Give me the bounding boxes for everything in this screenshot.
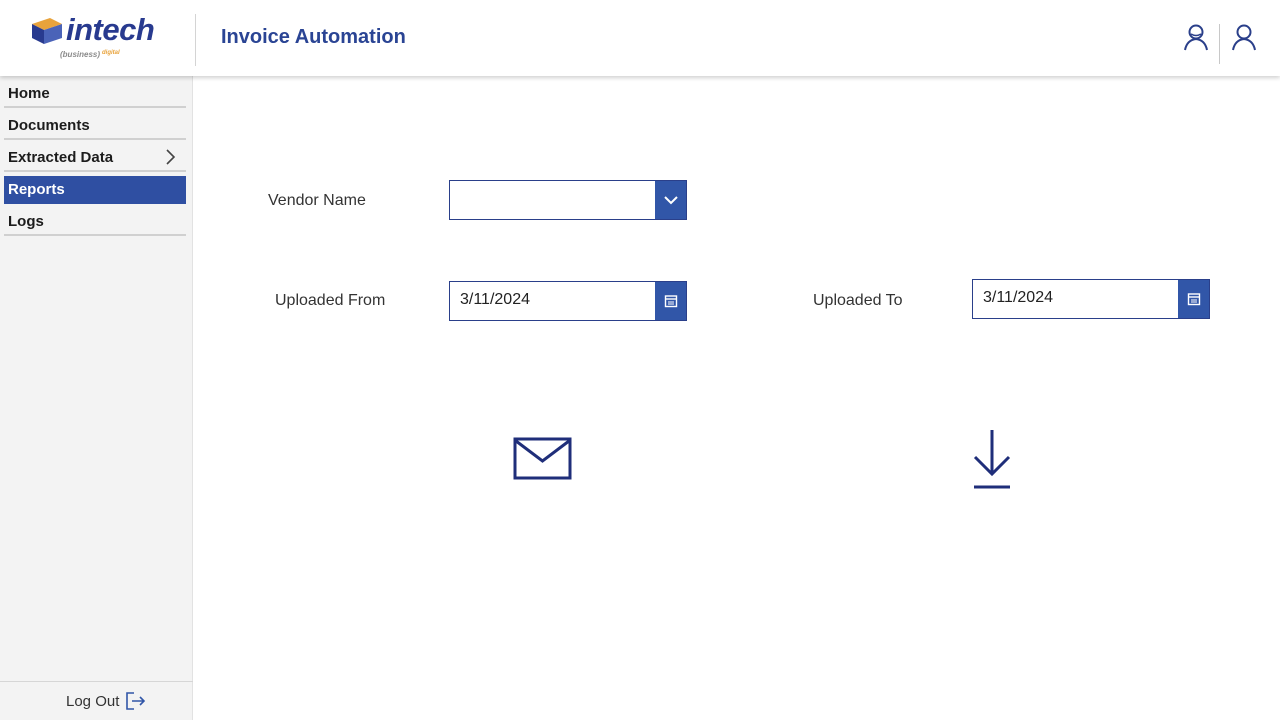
logout-icon [126,692,146,710]
logo-digital: digital [102,50,120,56]
app-header: intech (business) digital Invoice Automat… [0,0,1280,76]
vendor-name-label: Vendor Name [268,192,366,209]
sidebar-item-label: Logs [8,212,44,230]
vendor-name-value [450,181,655,219]
dropdown-button[interactable] [655,181,686,219]
uploaded-to-datepicker[interactable]: 3/11/2024 [972,279,1210,319]
sidebar-item-home[interactable]: Home [4,80,186,108]
page-title: Invoice Automation [221,26,406,48]
calendar-icon [1187,293,1200,306]
uploaded-to-label: Uploaded To [813,292,903,309]
intech-logo: intech (business) digital [30,12,170,64]
logout-button[interactable]: Log Out [66,691,147,711]
uploaded-from-value: 3/11/2024 [460,291,530,308]
logout-label: Log Out [66,692,120,710]
user-outline-icon[interactable] [1182,22,1210,52]
logo-text: intech [66,12,155,47]
uploaded-from-label: Uploaded From [275,292,386,309]
chevron-down-icon [663,196,678,205]
sidebar-divider [0,681,193,682]
sidebar: Home Documents Extracted Data Reports Lo… [0,76,193,720]
vendor-name-dropdown[interactable] [449,180,687,220]
logo-subtext: (business) digital [60,50,120,59]
sidebar-item-reports[interactable]: Reports [4,176,186,204]
uploaded-to-value: 3/11/2024 [983,289,1053,306]
calendar-button[interactable] [1178,280,1209,318]
uploaded-from-datepicker[interactable]: 3/11/2024 [449,281,687,321]
sidebar-item-label: Documents [8,116,90,134]
sidebar-item-label: Extracted Data [8,148,114,166]
chevron-right-icon [166,149,176,165]
logo-mark-icon [32,18,62,44]
sidebar-item-documents[interactable]: Documents [4,112,186,140]
user-icon[interactable] [1230,22,1258,52]
sidebar-item-label: Home [8,84,50,102]
header-divider [195,14,196,66]
calendar-button[interactable] [655,282,686,320]
sidebar-item-extracted-data[interactable]: Extracted Data [4,144,186,172]
calendar-icon [664,295,677,308]
download-icon[interactable] [972,428,1012,495]
email-icon[interactable] [513,437,573,486]
header-icon-separator [1219,24,1220,64]
sidebar-item-label: Reports [8,180,65,198]
sidebar-item-logs[interactable]: Logs [4,208,186,236]
